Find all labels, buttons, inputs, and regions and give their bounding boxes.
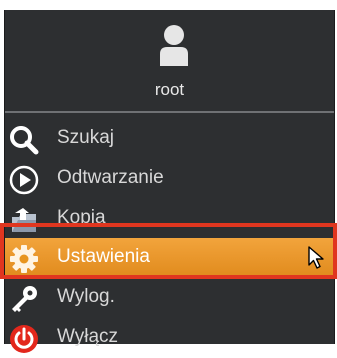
menu-item-label: Wyłącz — [57, 326, 119, 347]
menu-item-search[interactable]: Szukaj — [5, 119, 334, 159]
divider — [5, 111, 334, 113]
play-icon — [9, 165, 39, 195]
menu-item-label: Szukaj — [57, 127, 115, 148]
logout-key-icon — [12, 286, 37, 312]
top-strip — [0, 0, 337, 10]
power-icon — [10, 325, 38, 353]
menu-item-label: Odtwarzanie — [57, 167, 164, 188]
search-icon — [10, 126, 39, 155]
user-menu-panel: root Szukaj Odtwarzanie Kopia Ustawienia… — [4, 10, 335, 353]
menu-item-playback[interactable]: Odtwarzanie — [5, 159, 334, 199]
user-section: root — [5, 10, 334, 110]
menu-item-label: Wylog. — [57, 286, 115, 307]
user-name: root — [154, 80, 185, 99]
menu-item-logout[interactable]: Wylog. — [5, 278, 334, 318]
user-icon — [160, 25, 188, 66]
menu-item-power-off[interactable]: Wyłącz — [5, 318, 334, 358]
highlight-frame — [0, 223, 337, 279]
